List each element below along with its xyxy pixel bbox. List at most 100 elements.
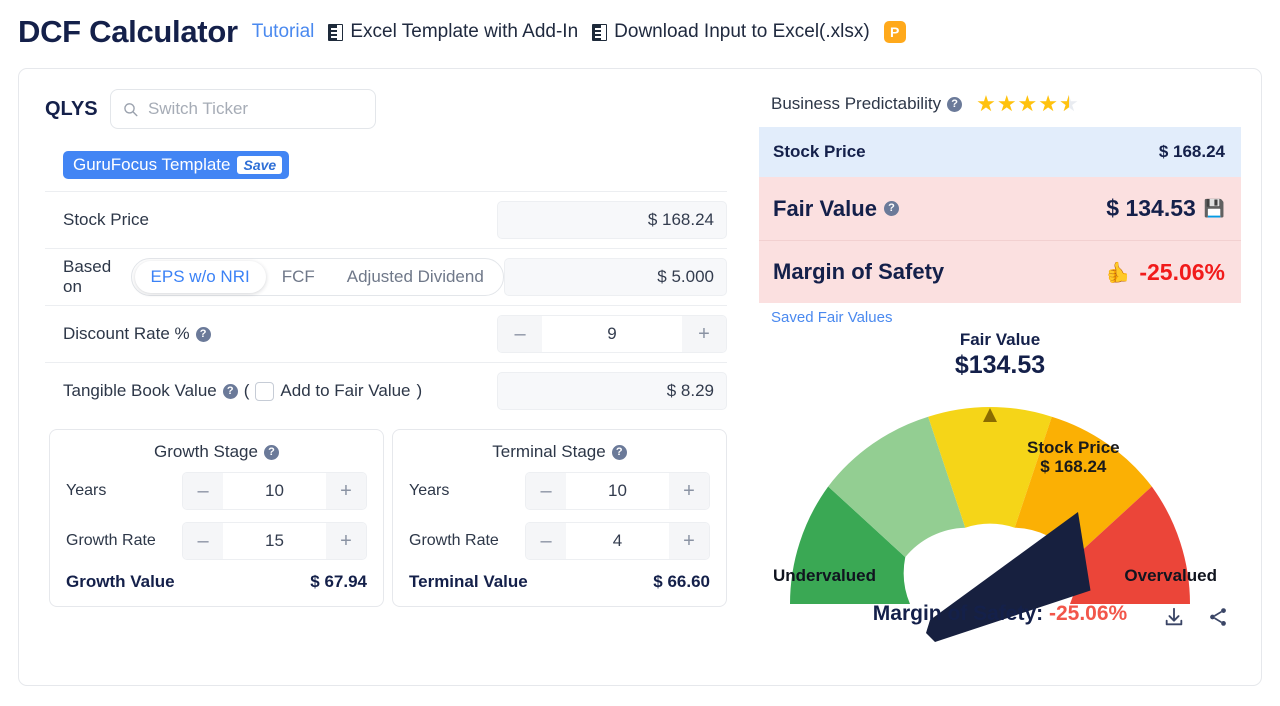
gauge-actions [1163, 606, 1229, 628]
discount-rate-value[interactable]: 9 [542, 324, 682, 344]
predictability-star-rating: ★ ★ ★ ★ ★ [976, 91, 1079, 116]
gauge-stock-price-annotation: Stock Price $ 168.24 [1027, 438, 1120, 476]
dcf-calculator-page: DCF Calculator Tutorial Excel Template w… [0, 0, 1280, 706]
premium-badge: P [883, 21, 906, 43]
saved-fair-values-link[interactable]: Saved Fair Values [759, 303, 1241, 326]
growth-years-row: Years – 10 + [66, 472, 367, 510]
gauge-caption-label: Margin of Safety: [872, 602, 1044, 625]
star-icon: ★ [1038, 91, 1059, 116]
growth-rate-decrement-button[interactable]: – [183, 523, 223, 559]
growth-years-value[interactable]: 10 [223, 481, 326, 501]
terminal-years-value[interactable]: 10 [566, 481, 669, 501]
share-icon[interactable] [1207, 606, 1229, 628]
margin-of-safety-amount: -25.06% [1139, 258, 1225, 285]
growth-rate-stepper[interactable]: – 15 + [182, 522, 367, 560]
based-on-option-fcf[interactable]: FCF [266, 261, 331, 293]
stock-price-label: Stock Price [63, 210, 149, 229]
template-row: GuruFocus Template Save [45, 151, 727, 179]
inputs-panel: QLYS GuruFocus Template Save Stock Price [19, 69, 745, 685]
stage-boxes: Growth Stage ? Years – 10 + Growth Rate [45, 429, 727, 607]
help-icon[interactable]: ? [263, 444, 279, 460]
terminal-growth-rate-label: Growth Rate [409, 532, 499, 549]
based-on-option-eps[interactable]: EPS w/o NRI [134, 261, 266, 293]
terminal-years-stepper[interactable]: – 10 + [525, 472, 710, 510]
growth-rate-increment-button[interactable]: + [326, 523, 366, 559]
excel-file-icon [328, 23, 344, 41]
stock-price-value: $ 168.24 [497, 201, 727, 239]
terminal-growth-rate-value[interactable]: 4 [566, 531, 669, 551]
terminal-value-label: Terminal Value [409, 572, 528, 591]
discount-rate-decrement-button[interactable]: – [498, 316, 542, 352]
result-fair-value-label: Fair Value ? [773, 196, 899, 222]
based-on-segmented-control[interactable]: EPS w/o NRI FCF Adjusted Dividend [130, 258, 504, 296]
excel-template-link[interactable]: Excel Template with Add-In [328, 21, 578, 43]
terminal-stage-title-text: Terminal Stage [492, 442, 606, 461]
discount-rate-increment-button[interactable]: + [682, 316, 726, 352]
help-icon[interactable]: ? [883, 201, 899, 216]
result-stock-price-label: Stock Price [773, 142, 866, 161]
paren-open: ( [243, 381, 250, 400]
result-row-stock-price: Stock Price $ 168.24 [759, 127, 1241, 177]
growth-rate-label: Growth Rate [66, 532, 156, 549]
terminal-value-total: Terminal Value $ 66.60 [409, 572, 710, 592]
result-stock-price-value: $ 168.24 [1158, 142, 1225, 161]
terminal-growth-rate-decrement-button[interactable]: – [526, 523, 566, 559]
save-fair-value-icon[interactable]: 💾 [1204, 199, 1225, 219]
calculator-card: QLYS GuruFocus Template Save Stock Price [18, 68, 1262, 686]
gauge-fair-value-amount: $134.53 [954, 351, 1046, 379]
download-icon[interactable] [1163, 606, 1185, 628]
result-fair-value-value: $ 134.53 💾 [1106, 195, 1225, 222]
growth-stage-box: Growth Stage ? Years – 10 + Growth Rate [49, 429, 384, 607]
business-predictability-row: Business Predictability ? ★ ★ ★ ★ ★ [759, 91, 1241, 117]
terminal-value-amount: $ 66.60 [653, 572, 710, 591]
help-icon[interactable]: ? [195, 326, 211, 342]
business-predictability-label: Business Predictability ? [771, 94, 963, 114]
tutorial-link[interactable]: Tutorial [252, 21, 315, 43]
based-on-value: $ 5.000 [503, 258, 727, 296]
tangible-book-label-text: Tangible Book Value [63, 381, 217, 400]
discount-rate-row: Discount Rate % ? – 9 + [45, 305, 727, 362]
help-icon[interactable]: ? [222, 383, 238, 399]
terminal-years-increment-button[interactable]: + [669, 473, 709, 509]
ticker-symbol: QLYS [45, 97, 98, 120]
add-to-fair-value-label: Add to Fair Value [280, 381, 411, 400]
growth-years-stepper[interactable]: – 10 + [182, 472, 367, 510]
download-input-link[interactable]: Download Input to Excel(.xlsx) [592, 21, 870, 43]
gauge-fair-value-header: Fair Value $134.53 [759, 330, 1241, 380]
star-half-icon: ★ [1059, 93, 1079, 116]
growth-rate-value[interactable]: 15 [223, 531, 326, 551]
excel-file-icon [592, 23, 608, 41]
based-on-option-adjusted-dividend[interactable]: Adjusted Dividend [331, 261, 500, 293]
excel-template-label: Excel Template with Add-In [350, 21, 579, 42]
search-input[interactable] [145, 98, 363, 120]
save-template-button[interactable]: Save [237, 156, 283, 174]
terminal-growth-rate-increment-button[interactable]: + [669, 523, 709, 559]
discount-rate-stepper[interactable]: – 9 + [497, 315, 727, 353]
valuation-gauge: Fair Value $134.53 Stock Price $ 168.24 … [759, 330, 1241, 642]
terminal-years-decrement-button[interactable]: – [526, 473, 566, 509]
help-icon[interactable]: ? [947, 96, 963, 112]
gauge-caption-value: -25.06% [1048, 602, 1128, 625]
help-icon[interactable]: ? [611, 444, 627, 460]
terminal-stage-title: Terminal Stage ? [409, 442, 710, 462]
growth-years-increment-button[interactable]: + [326, 473, 366, 509]
terminal-growth-rate-stepper[interactable]: – 4 + [525, 522, 710, 560]
based-on-label: Based on [63, 257, 112, 296]
star-icon: ★ [1017, 91, 1038, 116]
page-header: DCF Calculator Tutorial Excel Template w… [0, 0, 1280, 60]
ticker-row: QLYS [45, 89, 727, 129]
terminal-years-label: Years [409, 482, 450, 499]
result-margin-of-safety-value: 👍 -25.06% [1106, 259, 1225, 286]
add-to-fair-value-checkbox[interactable] [255, 381, 275, 401]
ticker-search-box[interactable] [109, 89, 376, 129]
growth-years-decrement-button[interactable]: – [183, 473, 223, 509]
growth-value-total: Growth Value $ 67.94 [66, 572, 367, 592]
tangible-book-value-label: Tangible Book Value ? ( Add to Fair Valu… [63, 381, 422, 401]
growth-stage-title: Growth Stage ? [66, 442, 367, 462]
gurufocus-template-chip[interactable]: GuruFocus Template Save [63, 151, 290, 179]
terminal-stage-box: Terminal Stage ? Years – 10 + Growth Rat… [392, 429, 727, 607]
gauge-overvalued-label: Overvalued [1124, 566, 1217, 585]
result-row-fair-value: Fair Value ? $ 134.53 💾 [759, 177, 1241, 241]
terminal-growth-rate-row: Growth Rate – 4 + [409, 522, 710, 560]
paren-close: ) [416, 381, 423, 400]
